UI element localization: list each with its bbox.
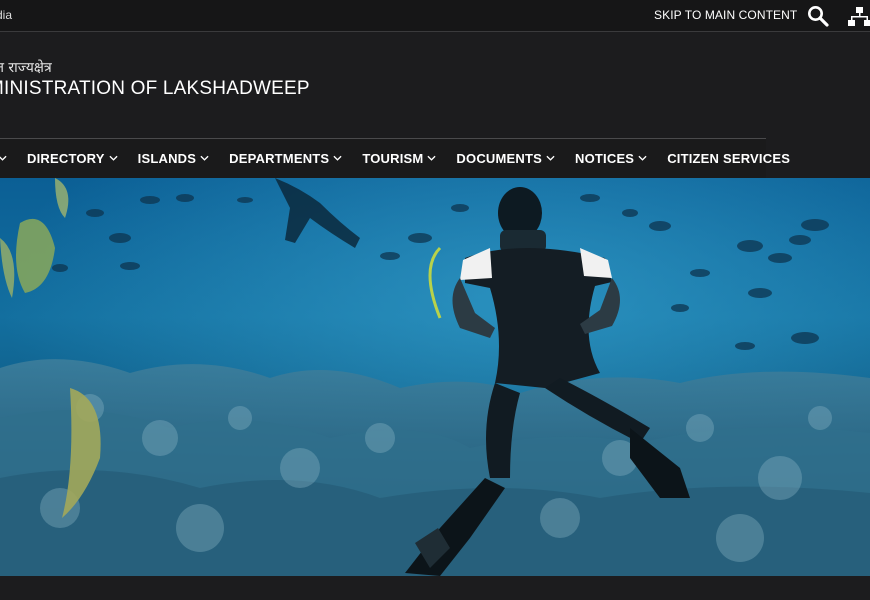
site-title[interactable]: MINISTRATION OF LAKSHADWEEP [0,78,310,100]
main-navigation: DIRECTORY ISLANDS DEPARTMENTS TOURISM DOCUME… [0,138,790,178]
site-header: त राज्यक्षेत्र MINISTRATION OF LAKSHADWE… [0,32,870,137]
nav-item-islands[interactable]: ISLANDS [128,139,219,178]
nav-item-documents[interactable]: DOCUMENTS [446,139,565,178]
hero-banner-image [0,178,870,576]
nav-item-label: NOTICES [575,151,635,166]
nav-item-label: DOCUMENTS [456,151,542,166]
chevron-down-icon [0,155,7,161]
search-icon[interactable] [806,4,830,28]
nav-item-notices[interactable]: NOTICES [565,139,657,178]
chevron-down-icon [333,155,342,161]
chevron-down-icon [427,155,436,161]
nav-item-tourism[interactable]: TOURISM [352,139,446,178]
chevron-down-icon [546,155,555,161]
sitemap-icon[interactable] [848,5,870,27]
nav-item-label: DEPARTMENTS [229,151,330,166]
nav-item-label: DIRECTORY [27,151,105,166]
top-utility-bar: dia SKIP TO MAIN CONTENT [0,0,870,32]
nav-item-home[interactable] [0,139,17,178]
chevron-down-icon [638,155,647,161]
nav-item-citizen-services[interactable]: CITIZEN SERVICES [657,139,800,178]
nav-item-label: CITIZEN SERVICES [667,151,791,166]
nav-item-label: TOURISM [362,151,424,166]
chevron-down-icon [200,155,209,161]
nav-item-label: ISLANDS [137,151,197,166]
government-of-india-link[interactable]: dia [0,8,12,22]
site-name-hindi: त राज्यक्षेत्र [0,60,52,76]
page-footer-strip [0,576,870,600]
chevron-down-icon [109,155,118,161]
skip-to-main-content-link[interactable]: SKIP TO MAIN CONTENT [654,8,797,22]
nav-item-directory[interactable]: DIRECTORY [17,139,128,178]
nav-item-departments[interactable]: DEPARTMENTS [219,139,352,178]
